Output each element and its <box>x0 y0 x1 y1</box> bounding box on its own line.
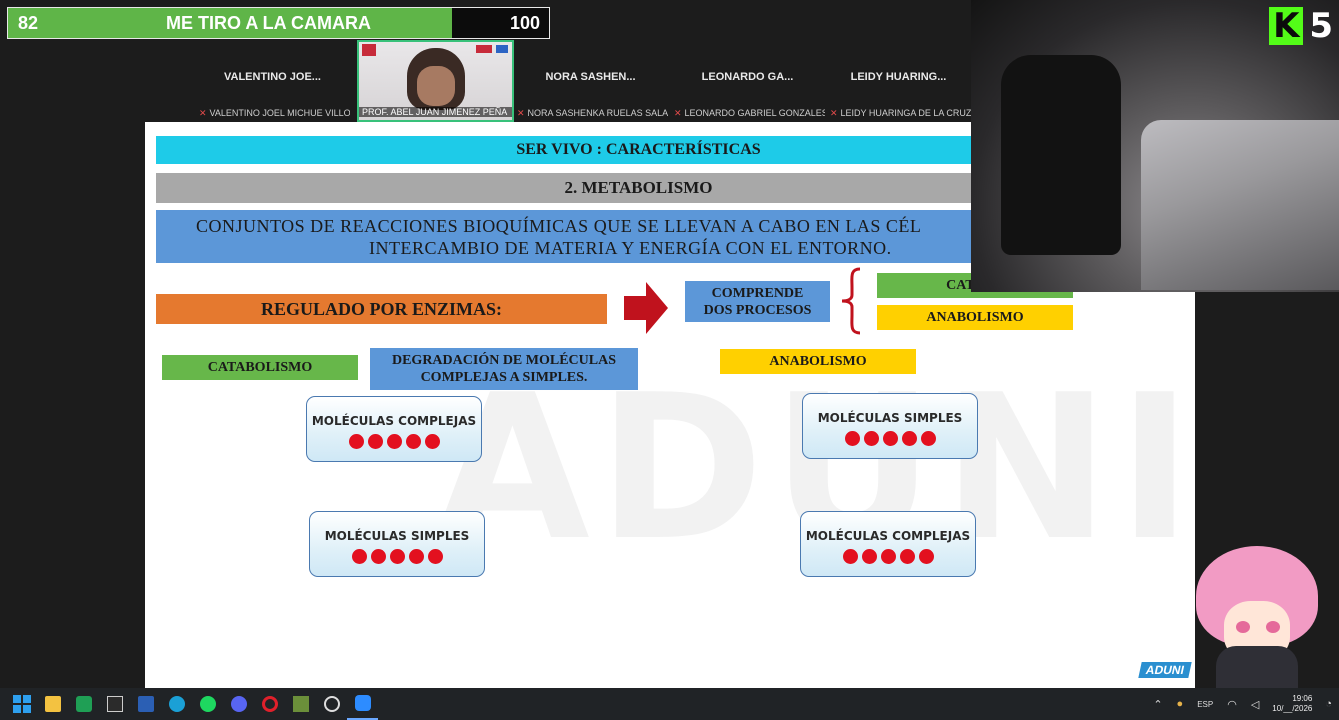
clock-time: 19:06 <box>1292 694 1313 703</box>
process-anabolism: ANABOLISMO <box>877 305 1073 330</box>
participant-tile[interactable]: VALENTINO JOE... ✕ VALENTINO JOEL MICHUE … <box>195 40 350 122</box>
volume-icon[interactable]: ◁ <box>1251 698 1259 711</box>
molecule-dots <box>841 549 936 569</box>
molecule-card-label: MOLÉCULAS COMPLEJAS <box>805 529 971 543</box>
molecule-card: MOLÉCULAS COMPLEJAS <box>800 511 976 577</box>
catabolism-label: CATABOLISMO <box>162 355 358 380</box>
participant-full-name: ✕ LEONARDO GABRIEL GONZALES... <box>674 108 825 118</box>
epic-games-icon[interactable] <box>99 688 130 720</box>
word-icon[interactable] <box>130 688 161 720</box>
participant-tile[interactable]: LEONARDO GA... ✕ LEONARDO GABRIEL GONZALE… <box>670 40 825 122</box>
molecule-card-label: MOLÉCULAS COMPLEJAS <box>311 414 477 428</box>
stream-badge: K 5 <box>1269 6 1333 46</box>
molecule-card-label: MOLÉCULAS SIMPLES <box>324 529 470 543</box>
molecule-card: MOLÉCULAS SIMPLES <box>309 511 485 577</box>
spotify-icon[interactable] <box>192 688 223 720</box>
brand-logo: ADUNI <box>1138 662 1192 678</box>
participant-video-tile[interactable]: PROF. ABEL JUAN JIMENEZ PEÑA <box>357 40 514 122</box>
kick-logo-icon: K <box>1269 7 1304 45</box>
molecule-dots <box>350 549 445 569</box>
participant-name: NORA SASHEN... <box>545 71 636 83</box>
file-explorer-icon[interactable] <box>37 688 68 720</box>
goal-max-value: 100 <box>509 12 540 33</box>
clock[interactable]: 19:06 10/__/2026 <box>1272 694 1312 714</box>
molecule-card: MOLÉCULAS COMPLEJAS <box>306 396 482 462</box>
mic-muted-icon: ✕ <box>199 108 207 118</box>
webcam-scene-bed <box>1141 120 1339 290</box>
mic-muted-icon: ✕ <box>830 108 838 118</box>
discord-icon[interactable] <box>223 688 254 720</box>
viewer-count: 5 <box>1309 6 1333 46</box>
participant-name: LEONARDO GA... <box>701 71 794 83</box>
language-indicator[interactable]: ESP <box>1197 700 1213 709</box>
wifi-icon[interactable]: ◠ <box>1227 698 1237 711</box>
participant-tile[interactable]: NORA SASHEN... ✕ NORA SASHENKA RUELAS SAL… <box>513 40 668 122</box>
participant-full-name: ✕ LEIDY HUARINGA DE LA CRUZ <box>830 108 971 118</box>
start-icon[interactable] <box>6 688 37 720</box>
webcam-overlay: K 5 <box>971 0 1339 292</box>
system-tray: ⌃ ● ESP ◠ ◁ 19:06 10/__/2026 ◔ <box>1146 688 1339 720</box>
goal-progress-bar: 82 ME TIRO A LA CAMARA 100 <box>7 7 550 39</box>
molecule-card-label: MOLÉCULAS SIMPLES <box>817 411 963 425</box>
regulated-box: REGULADO POR ENZIMAS: <box>156 294 607 324</box>
participant-tile[interactable]: LEIDY HUARING... ✕ LEIDY HUARINGA DE LA C… <box>826 40 971 122</box>
degradation-box: DEGRADACIÓN DE MOLÉCULAS COMPLEJAS A SIM… <box>370 348 638 390</box>
teacher-video-feed <box>407 48 465 110</box>
edge-icon[interactable] <box>161 688 192 720</box>
goal-current-value: 82 <box>18 12 39 33</box>
participant-name: VALENTINO JOE... <box>224 71 321 83</box>
webcam-scene-chair <box>1001 55 1121 255</box>
molecule-dots <box>347 434 442 454</box>
chevron-up-icon[interactable]: ⌃ <box>1153 698 1162 711</box>
sheets-icon[interactable] <box>68 688 99 720</box>
obs-icon[interactable] <box>316 688 347 720</box>
microphone-icon[interactable]: ● <box>1177 698 1184 710</box>
zoom-icon[interactable] <box>347 688 378 720</box>
participant-name: LEIDY HUARING... <box>850 71 947 83</box>
mic-muted-icon: ✕ <box>674 108 682 118</box>
comprises-line: DOS PROCESOS <box>703 303 812 318</box>
molecule-card: MOLÉCULAS SIMPLES <box>802 393 978 459</box>
goal-title: ME TIRO A LA CAMARA <box>166 12 371 33</box>
curly-brace-icon <box>841 267 861 335</box>
molecule-dots <box>843 431 938 451</box>
minecraft-icon[interactable] <box>285 688 316 720</box>
school-logo-icon <box>362 44 376 56</box>
participant-full-name: ✕ NORA SASHENKA RUELAS SALA... <box>517 108 668 118</box>
opera-icon[interactable] <box>254 688 285 720</box>
right-arrow-icon <box>624 282 668 334</box>
clock-date: 10/__/2026 <box>1272 704 1313 713</box>
participants-strip: VALENTINO JOE... ✕ VALENTINO JOEL MICHUE … <box>195 40 971 122</box>
anime-avatar-overlay <box>1186 546 1326 688</box>
mic-muted-icon: ✕ <box>517 108 525 118</box>
anabolism-label: ANABOLISMO <box>720 349 916 374</box>
brand-logo-icon <box>496 45 508 53</box>
participant-full-name: PROF. ABEL JUAN JIMENEZ PEÑA <box>359 107 512 117</box>
brand-logo-icon <box>476 45 492 53</box>
comprises-box: COMPRENDE DOS PROCESOS <box>685 281 830 322</box>
degradation-line: DEGRADACIÓN DE MOLÉCULAS <box>391 353 617 368</box>
taskbar: ⌃ ● ESP ◠ ◁ 19:06 10/__/2026 ◔ <box>0 688 1339 720</box>
participant-full-name: ✕ VALENTINO JOEL MICHUE VILLO... <box>199 108 350 118</box>
notification-bell-icon[interactable]: ◔ <box>1325 698 1332 710</box>
comprises-line: COMPRENDE <box>711 286 804 301</box>
degradation-line: COMPLEJAS A SIMPLES. <box>420 370 588 385</box>
